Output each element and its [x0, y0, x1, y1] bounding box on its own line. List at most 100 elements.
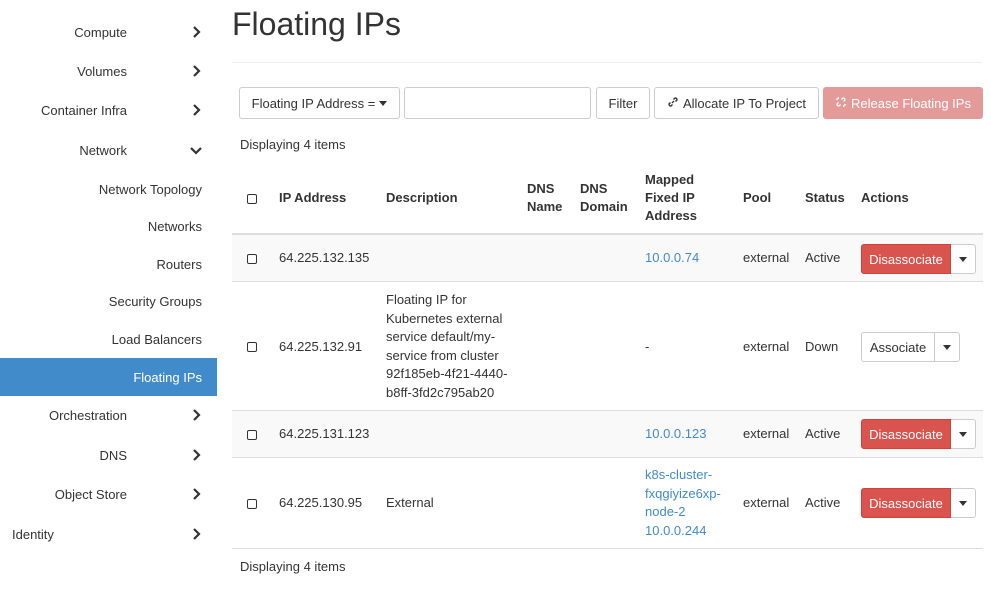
sidebar-item-load-balancers[interactable]: Load Balancers — [0, 320, 217, 358]
filter-field-label: Floating IP Address = — [251, 95, 376, 111]
row-description-line: Floating IP for — [386, 292, 467, 307]
row-checkbox[interactable] — [247, 430, 257, 440]
row-description-line: service default/my- — [386, 329, 496, 344]
sidebar-item-orchestration[interactable]: Orchestration — [0, 396, 217, 434]
caret-down-icon — [959, 431, 967, 437]
sidebar-item-object-store[interactable]: Object Store — [0, 475, 217, 513]
action-dropdown-toggle[interactable] — [951, 244, 976, 274]
row-pool: external — [743, 339, 790, 354]
column-header-pool[interactable]: Pool — [743, 189, 771, 207]
row-ip-address[interactable]: 64.225.130.95 — [279, 494, 362, 513]
unlink-icon — [835, 96, 847, 111]
row-mapped-line: 10.0.0.244 — [645, 522, 707, 538]
row-checkbox[interactable] — [247, 342, 257, 352]
sidebar-item-network[interactable]: Network — [0, 131, 217, 169]
row-action-group: Disassociate — [861, 488, 976, 518]
caret-down-icon — [379, 100, 388, 106]
sidebar-item-label: Networks — [147, 218, 202, 234]
sidebar-item-label: Load Balancers — [111, 331, 202, 347]
row-mapped-ip-link[interactable]: 10.0.0.74 — [645, 249, 699, 268]
sidebar-item-label: Compute — [74, 24, 127, 40]
items-count-top: Displaying 4 items — [240, 137, 346, 152]
caret-down-icon — [959, 256, 967, 262]
filter-button-label: Filter — [608, 95, 638, 111]
sidebar-item-dns[interactable]: DNS — [0, 436, 217, 474]
sidebar-item-network-topology[interactable]: Network Topology — [0, 170, 217, 208]
row-description-line: b8ff-3fd2c795ab20 — [386, 384, 495, 400]
sidebar-item-identity[interactable]: Identity — [0, 515, 217, 553]
row-status: Active — [805, 426, 841, 441]
chevron-down-icon — [190, 144, 202, 156]
sidebar-item-compute[interactable]: Compute — [0, 13, 217, 51]
sidebar-item-volumes[interactable]: Volumes — [0, 52, 217, 90]
column-header-dns-name-line2: Name — [527, 199, 563, 214]
sidebar-item-label: Object Store — [54, 486, 127, 502]
row-ip-address[interactable]: 64.225.131.123 — [279, 425, 369, 444]
disassociate-button[interactable]: Disassociate — [861, 488, 951, 518]
action-dropdown-toggle[interactable] — [935, 332, 960, 362]
row-description-line: 92f185eb-4f21-4440- — [386, 366, 508, 381]
release-floating-ips-button[interactable]: Release Floating IPs — [823, 87, 983, 119]
row-mapped-ip: - — [645, 339, 650, 354]
filter-button[interactable]: Filter — [596, 87, 650, 119]
row-description-line: Kubernetes external — [386, 310, 503, 326]
column-header-dns-domain-line2: Domain — [580, 199, 628, 214]
row-ip-address[interactable]: 64.225.132.91 — [279, 338, 362, 357]
allocate-ip-label: Allocate IP To Project — [682, 95, 807, 111]
action-dropdown-toggle[interactable] — [951, 419, 976, 449]
sidebar-item-label: Network — [79, 142, 127, 158]
caret-down-icon — [959, 500, 967, 506]
row-checkbox[interactable] — [247, 254, 257, 264]
column-header-actions: Actions — [861, 190, 909, 205]
allocate-ip-button[interactable]: Allocate IP To Project — [654, 87, 819, 119]
sidebar-item-routers[interactable]: Routers — [0, 245, 217, 283]
sidebar-item-label: Orchestration — [48, 407, 127, 423]
column-header-ip-address[interactable]: IP Address — [279, 189, 346, 207]
column-header-mapped-line1: Mapped — [645, 172, 695, 187]
row-mapped-ip-link[interactable]: 10.0.0.123 — [645, 425, 706, 444]
filter-field-dropdown[interactable]: Floating IP Address = — [239, 87, 400, 119]
chevron-right-icon — [190, 488, 202, 500]
select-all-checkbox[interactable] — [247, 194, 257, 204]
row-ip-address[interactable]: 64.225.132.135 — [279, 249, 369, 268]
sidebar: Compute Volumes Container Infra Network … — [0, 0, 217, 589]
column-header-dns-domain[interactable]: DNS Domain — [580, 180, 628, 216]
column-header-mapped-fixed-ip[interactable]: Mapped Fixed IP Address — [645, 171, 697, 225]
sidebar-item-label: Network Topology — [98, 181, 202, 197]
row-mapped-ip-link[interactable]: k8s-cluster- fxqgiyize6xp- node-2 10.0.0… — [645, 466, 721, 540]
row-pool: external — [743, 495, 790, 510]
column-header-dns-name[interactable]: DNS Name — [527, 180, 562, 216]
column-header-mapped-line2: Fixed IP — [645, 190, 695, 205]
chevron-right-icon — [190, 528, 202, 540]
row-action-group: Disassociate — [861, 244, 976, 274]
disassociate-button[interactable]: Disassociate — [861, 244, 951, 274]
sidebar-item-label: Volumes — [77, 63, 127, 79]
column-header-description[interactable]: Description — [386, 189, 458, 207]
sidebar-item-label: Routers — [156, 256, 202, 272]
page-title: Floating IPs — [232, 6, 401, 42]
row-status: Active — [805, 495, 841, 510]
sidebar-item-container-infra[interactable]: Container Infra — [0, 91, 217, 129]
row-description-line: service from cluster — [386, 347, 499, 363]
row-mapped-line: fxqgiyize6xp- — [645, 485, 721, 501]
sidebar-item-networks[interactable]: Networks — [0, 207, 217, 245]
row-mapped-line: k8s-cluster- — [645, 467, 713, 482]
action-dropdown-toggle[interactable] — [951, 488, 976, 518]
column-header-mapped-line3: Address — [645, 208, 698, 223]
disassociate-button[interactable]: Disassociate — [861, 419, 951, 449]
caret-down-icon — [943, 344, 951, 350]
row-description: External — [386, 495, 434, 510]
filter-input[interactable] — [404, 87, 591, 119]
column-header-status[interactable]: Status — [805, 189, 845, 207]
sidebar-item-label: DNS — [99, 447, 127, 463]
row-status: Down — [805, 339, 839, 354]
sidebar-item-floating-ips[interactable]: Floating IPs — [0, 358, 217, 396]
row-pool: external — [743, 250, 790, 265]
sidebar-item-security-groups[interactable]: Security Groups — [0, 282, 217, 320]
sidebar-item-label: Floating IPs — [133, 369, 202, 385]
sidebar-item-label: Container Infra — [41, 102, 127, 118]
row-checkbox[interactable] — [247, 499, 257, 509]
items-count-bottom: Displaying 4 items — [240, 559, 346, 574]
associate-button[interactable]: Associate — [861, 332, 935, 362]
release-floating-ips-label: Release Floating IPs — [851, 95, 971, 111]
